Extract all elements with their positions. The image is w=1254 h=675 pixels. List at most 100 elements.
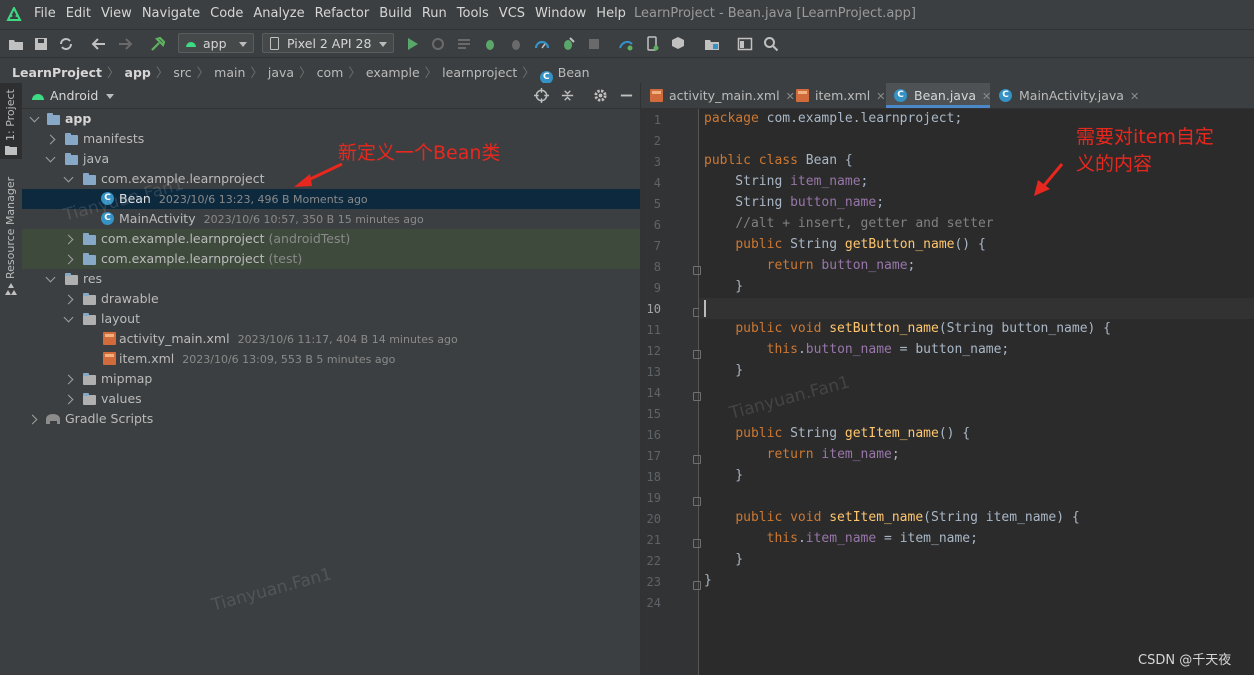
line-number: 22 xyxy=(646,554,661,568)
minimize-icon[interactable] xyxy=(619,88,634,103)
menu-navigate[interactable]: Navigate xyxy=(142,6,200,21)
code-line: this.button_name = button_name; xyxy=(766,342,1010,357)
fold-marker-icon[interactable] xyxy=(693,539,701,548)
package-icon xyxy=(83,253,96,265)
run-coverage-icon[interactable] xyxy=(560,36,576,52)
search-icon[interactable] xyxy=(763,36,779,52)
tab-mainactivity-java[interactable]: C MainActivity.java ✕ xyxy=(991,83,1139,108)
menu-view[interactable]: View xyxy=(101,6,132,21)
tree-node-activity-main-xml[interactable]: activity_main.xml 2023/10/6 11:17, 404 B … xyxy=(22,329,640,349)
package-icon xyxy=(83,173,96,185)
breadcrumb-item-src[interactable]: src xyxy=(173,65,191,80)
menu-tools[interactable]: Tools xyxy=(457,6,489,21)
left-tool-strip: 1: Project Resource Manager xyxy=(0,83,23,675)
tree-node-values[interactable]: values xyxy=(22,389,640,409)
menu-analyze[interactable]: Analyze xyxy=(253,6,304,21)
code-line: return item_name; xyxy=(766,447,900,462)
forward-arrow-icon[interactable] xyxy=(117,36,133,52)
close-icon[interactable]: ✕ xyxy=(876,90,885,103)
fold-marker-icon[interactable] xyxy=(693,581,701,590)
line-number: 5 xyxy=(653,197,661,211)
line-number: 6 xyxy=(653,218,661,232)
tree-node-test[interactable]: com.example.learnproject (test) xyxy=(22,249,640,269)
breadcrumb-item-com[interactable]: com xyxy=(317,65,344,80)
close-icon[interactable]: ✕ xyxy=(982,90,991,103)
project-structure-icon[interactable] xyxy=(704,36,720,52)
tree-node-item-xml[interactable]: item.xml 2023/10/6 13:09, 553 B 5 minutes… xyxy=(22,349,640,369)
tree-node-drawable[interactable]: drawable xyxy=(22,289,640,309)
close-icon[interactable]: ✕ xyxy=(1130,90,1139,103)
breadcrumb-item-app[interactable]: app xyxy=(125,65,151,80)
fold-marker-icon[interactable] xyxy=(693,350,701,359)
module-selector[interactable]: app xyxy=(178,33,254,53)
profile-gauge-icon[interactable] xyxy=(534,36,550,52)
back-arrow-icon[interactable] xyxy=(91,36,107,52)
debug-bug-icon[interactable] xyxy=(482,36,498,52)
tree-label: drawable xyxy=(101,291,159,306)
sync-icon[interactable] xyxy=(58,36,74,52)
sdk-manager-icon[interactable] xyxy=(670,36,686,52)
breadcrumb-item-example[interactable]: example xyxy=(366,65,420,80)
save-icon[interactable] xyxy=(33,36,49,52)
main-menu: File Edit View Navigate Code Analyze Ref… xyxy=(34,6,636,21)
menu-code[interactable]: Code xyxy=(210,6,243,21)
tree-node-manifests[interactable]: manifests xyxy=(22,129,640,149)
tree-node-android-test[interactable]: com.example.learnproject (androidTest) xyxy=(22,229,640,249)
fold-marker-icon[interactable] xyxy=(693,455,701,464)
tree-node-app[interactable]: app xyxy=(22,109,640,129)
resource-manager-tab[interactable]: Resource Manager xyxy=(0,175,22,299)
code-line: public String getItem_name() { xyxy=(735,426,971,441)
fold-marker-icon[interactable] xyxy=(693,497,701,506)
layout-inspector-icon[interactable] xyxy=(737,36,753,52)
menu-build[interactable]: Build xyxy=(379,6,412,21)
fold-marker-icon[interactable] xyxy=(693,266,701,275)
breadcrumb-item-learnproject[interactable]: learnproject xyxy=(442,65,517,80)
tree-node-res[interactable]: res xyxy=(22,269,640,289)
tree-label: item.xml 2023/10/6 13:09, 553 B 5 minutes… xyxy=(119,351,396,366)
code-editor: activity_main.xml ✕ item.xml ✕ C Bean.java… xyxy=(640,83,1254,675)
breadcrumb-item-java[interactable]: java xyxy=(268,65,294,80)
stop-icon[interactable] xyxy=(586,36,602,52)
device-selector[interactable]: Pixel 2 API 28 xyxy=(262,33,394,53)
menu-edit[interactable]: Edit xyxy=(66,6,91,21)
menu-window[interactable]: Window xyxy=(535,6,586,21)
avd-manager-icon[interactable] xyxy=(644,36,660,52)
chevron-down-icon[interactable] xyxy=(106,94,114,99)
run-icon[interactable] xyxy=(404,36,420,52)
locate-file-icon[interactable] xyxy=(534,88,549,103)
gradle-sync-icon[interactable] xyxy=(618,36,634,52)
menu-bar: File Edit View Navigate Code Analyze Ref… xyxy=(0,0,1254,29)
attach-debugger-icon[interactable] xyxy=(508,36,524,52)
tree-label: layout xyxy=(101,311,141,326)
menu-file[interactable]: File xyxy=(34,6,56,21)
breadcrumb-item-main[interactable]: main xyxy=(214,65,245,80)
menu-help[interactable]: Help xyxy=(596,6,626,21)
gear-icon[interactable] xyxy=(593,88,608,103)
apply-code-changes-icon[interactable] xyxy=(456,36,472,52)
menu-refactor[interactable]: Refactor xyxy=(315,6,370,21)
breadcrumb-item-bean[interactable]: Bean xyxy=(558,65,590,80)
collapse-all-icon[interactable] xyxy=(560,88,575,103)
resource-manager-tab-label: Resource Manager xyxy=(4,176,17,279)
build-hammer-icon[interactable] xyxy=(150,36,166,52)
tree-node-mipmap[interactable]: mipmap xyxy=(22,369,640,389)
xml-file-icon xyxy=(103,352,116,365)
tab-activity-main-xml[interactable]: activity_main.xml ✕ xyxy=(641,83,795,108)
fold-marker-icon[interactable] xyxy=(693,392,701,401)
project-panel-header: Android xyxy=(22,83,640,109)
apply-changes-icon[interactable] xyxy=(430,36,446,52)
tree-node-gradle-scripts[interactable]: Gradle Scripts xyxy=(22,409,640,429)
tab-item-xml[interactable]: item.xml ✕ xyxy=(787,83,885,108)
menu-vcs[interactable]: VCS xyxy=(499,6,525,21)
open-folder-icon[interactable] xyxy=(8,36,24,52)
tree-label: Gradle Scripts xyxy=(65,411,154,426)
menu-run[interactable]: Run xyxy=(422,6,447,21)
folder-icon xyxy=(65,133,78,145)
chevron-down-icon xyxy=(239,42,247,47)
breadcrumb-item-project[interactable]: LearnProject xyxy=(12,65,102,80)
tab-bean-java[interactable]: C Bean.java ✕ xyxy=(886,83,991,108)
project-view-selector[interactable]: Android xyxy=(50,88,98,103)
project-tool-tab[interactable]: 1: Project xyxy=(0,83,22,159)
tree-node-layout[interactable]: layout xyxy=(22,309,640,329)
class-icon: C xyxy=(894,89,907,102)
